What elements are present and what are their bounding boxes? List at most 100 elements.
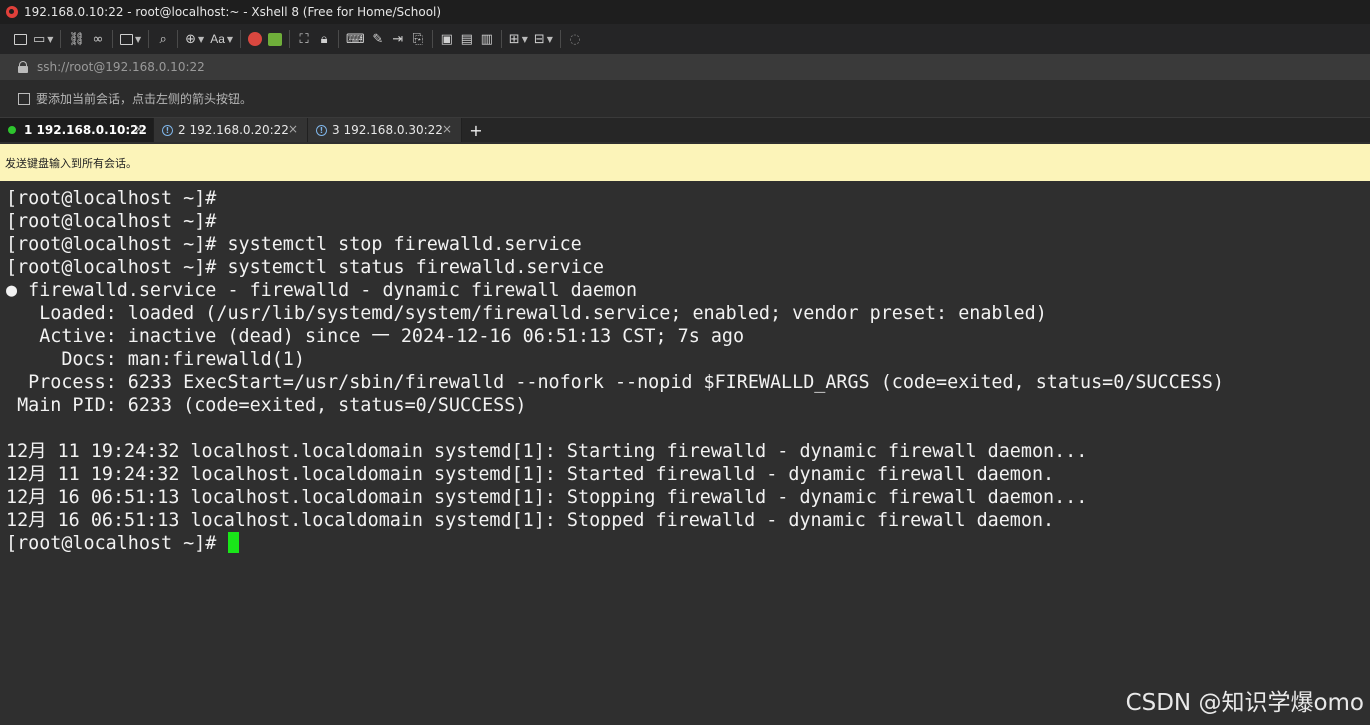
- terminal-line: 12月 16 06:51:13 localhost.localdomain sy…: [6, 510, 1055, 531]
- help-button[interactable]: ◌: [565, 28, 585, 50]
- chevron-down-icon: ▼: [546, 34, 553, 44]
- folder-icon: ▭: [33, 31, 46, 47]
- script-button[interactable]: ⎘: [408, 28, 428, 50]
- toolbar-divider: [111, 30, 113, 48]
- terminal-line: Docs: man:firewalld(1): [6, 349, 305, 370]
- terminal-prompt: [root@localhost ~]#: [6, 533, 228, 554]
- terminal-line: [root@localhost ~]# systemctl status fir…: [6, 257, 604, 278]
- tab-label: 1 192.168.0.10:22: [24, 123, 147, 137]
- add-tab-button[interactable]: +: [462, 118, 490, 142]
- link-icon: ⛓: [68, 31, 85, 47]
- compose-pane-button[interactable]: ▤: [457, 28, 477, 50]
- watermark: CSDN @知识学爆omo: [1125, 690, 1364, 716]
- transfer-button[interactable]: ⇥: [388, 28, 408, 50]
- tab-bar: 1 192.168.0.10:22 × ! 2 192.168.0.20:22 …: [0, 118, 1370, 142]
- fullscreen-icon: ⛶: [299, 31, 309, 47]
- tab-session-1[interactable]: 1 192.168.0.10:22 ×: [0, 118, 154, 142]
- terminal-line: Active: inactive (dead) since 一 2024-12-…: [6, 326, 745, 347]
- terminal[interactable]: [root@localhost ~]# [root@localhost ~]# …: [0, 181, 1370, 725]
- warning-icon: !: [316, 124, 327, 136]
- close-icon[interactable]: ×: [442, 122, 452, 136]
- warning-icon: !: [162, 124, 173, 136]
- close-icon[interactable]: ×: [134, 122, 144, 136]
- tab-session-3[interactable]: ! 3 192.168.0.30:22 ×: [308, 118, 462, 142]
- toolbar-divider: [240, 30, 242, 48]
- tab-label: 3 192.168.0.30:22: [332, 123, 443, 137]
- tab-label: 2 192.168.0.20:22: [178, 123, 289, 137]
- address-bar[interactable]: ssh://root@192.168.0.10:22: [0, 54, 1370, 80]
- address-text: ssh://root@192.168.0.10:22: [37, 60, 205, 74]
- terminal-line: Main PID: 6233 (code=exited, status=0/SU…: [6, 395, 527, 416]
- broadcast-notification: 发送键盘输入到所有会话。: [0, 144, 1370, 181]
- fullscreen-button[interactable]: ⛶: [294, 28, 314, 50]
- add-session-arrow-icon[interactable]: [18, 92, 30, 105]
- xshell-icon: [248, 32, 263, 46]
- layout-icon: ⊟: [533, 31, 545, 47]
- notification-text: 发送键盘输入到所有会话。: [5, 156, 137, 170]
- session-hint-bar: 要添加当前会话，点击左侧的箭头按钮。: [0, 80, 1370, 118]
- session-hint-text: 要添加当前会话，点击左侧的箭头按钮。: [36, 92, 253, 106]
- terminal-line: ● firewalld.service - firewalld - dynami…: [6, 280, 638, 301]
- terminal-line: 12月 11 19:24:32 localhost.localdomain sy…: [6, 441, 1088, 462]
- new-session-icon: [13, 33, 27, 45]
- pen-icon: ✎: [372, 31, 384, 47]
- encoding-button[interactable]: ⊕ ▼: [182, 28, 207, 50]
- toolbar-divider: [500, 30, 502, 48]
- toolbar-divider: [177, 30, 179, 48]
- keyboard-button[interactable]: ⌨: [343, 28, 368, 50]
- xshell-button[interactable]: [245, 28, 265, 50]
- terminal-cursor: [228, 532, 240, 553]
- unlink-icon: ∞: [92, 31, 104, 47]
- toolbar-divider: [338, 30, 340, 48]
- disconnect-button[interactable]: ∞: [88, 28, 108, 50]
- toolbar-divider: [559, 30, 561, 48]
- font-icon: Aa: [210, 32, 225, 46]
- new-tab-group-button[interactable]: ⊞ ▼: [506, 28, 531, 50]
- compose-icon: ▣: [440, 31, 453, 47]
- window-icon: [119, 33, 133, 45]
- terminal-line: Process: 6233 ExecStart=/usr/sbin/firewa…: [6, 372, 1224, 393]
- find-button[interactable]: ⌕: [153, 28, 173, 50]
- terminal-line: 12月 16 06:51:13 localhost.localdomain sy…: [6, 487, 1088, 508]
- terminal-prompt-line: [root@localhost ~]#: [6, 532, 1370, 555]
- compose-button[interactable]: ▣: [437, 28, 457, 50]
- compose-pane-icon: ▤: [460, 31, 473, 47]
- window-title: 192.168.0.10:22 - root@localhost:~ - Xsh…: [24, 5, 442, 19]
- add-box-icon: ⊞: [508, 31, 520, 47]
- xftp-icon: [268, 32, 283, 46]
- xftp-button[interactable]: [265, 28, 285, 50]
- toolbar-divider: [60, 30, 62, 48]
- open-session-button[interactable]: ▭ ▼: [30, 28, 56, 50]
- toolbar: ▭ ▼ ⛓ ∞ ▼ ⌕ ⊕ ▼ Aa ▼ ⛶ 🔒︎ ⌨ ✎ ⇥ ⎘ ▣ ▤ ▥ ⊞ ▼ …: [0, 24, 1370, 54]
- lock-icon: 🔒︎: [320, 31, 328, 47]
- new-session-button[interactable]: [10, 28, 30, 50]
- keyboard-icon: ⌨: [346, 31, 365, 47]
- chevron-down-icon: ▼: [47, 34, 54, 44]
- connect-button[interactable]: ⛓: [65, 28, 88, 50]
- lock-icon: [18, 61, 28, 73]
- title-bar: 192.168.0.10:22 - root@localhost:~ - Xsh…: [0, 0, 1370, 24]
- terminal-line: [root@localhost ~]#: [6, 188, 217, 209]
- toolbar-divider: [431, 30, 433, 48]
- tab-session-2[interactable]: ! 2 192.168.0.20:22 ×: [154, 118, 308, 142]
- search-icon: ⌕: [159, 31, 167, 47]
- terminal-line: [root@localhost ~]# systemctl stop firew…: [6, 234, 582, 255]
- chevron-down-icon: ▼: [198, 34, 205, 44]
- help-icon: ◌: [569, 31, 581, 47]
- toolbar-divider: [148, 30, 150, 48]
- notes-button[interactable]: ▥: [477, 28, 497, 50]
- xshell-logo-icon: [6, 6, 18, 18]
- copy-session-button[interactable]: ▼: [117, 28, 144, 50]
- terminal-line: 12月 11 19:24:32 localhost.localdomain sy…: [6, 464, 1055, 485]
- chevron-down-icon: ▼: [134, 34, 142, 44]
- lock-button[interactable]: 🔒︎: [314, 28, 334, 50]
- highlight-button[interactable]: ✎: [368, 28, 388, 50]
- notes-icon: ▥: [480, 31, 493, 47]
- close-icon[interactable]: ×: [288, 122, 298, 136]
- chevron-down-icon: ▼: [521, 34, 528, 44]
- layout-button[interactable]: ⊟ ▼: [531, 28, 556, 50]
- terminal-line: [root@localhost ~]#: [6, 211, 217, 232]
- font-button[interactable]: Aa ▼: [207, 28, 236, 50]
- script-icon: ⎘: [412, 31, 423, 47]
